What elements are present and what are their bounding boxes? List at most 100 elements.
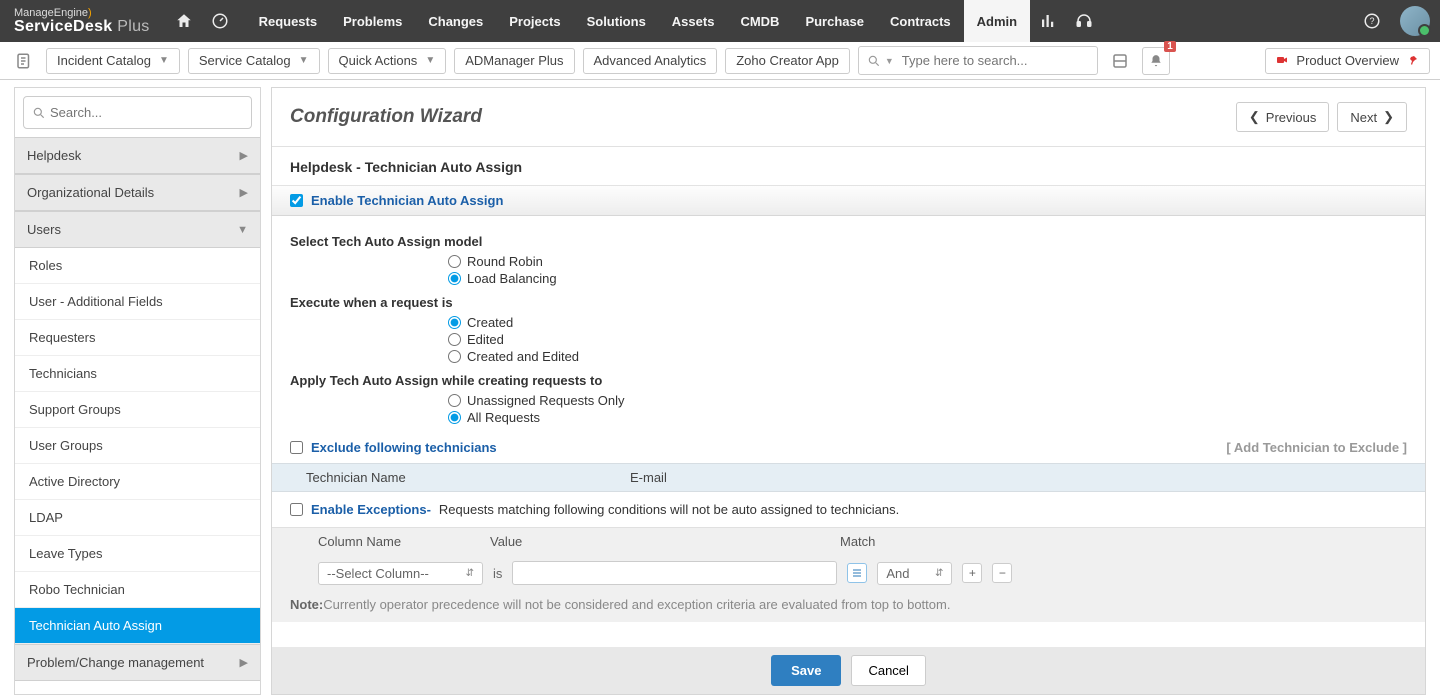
exclude-table-header: Technician Name E-mail (272, 463, 1425, 492)
exclude-checkbox[interactable] (290, 441, 303, 454)
sidebar-item-robo-technician[interactable]: Robo Technician (15, 572, 260, 608)
apply-label: Apply Tech Auto Assign while creating re… (290, 373, 1407, 388)
incident-catalog-dropdown[interactable]: Incident Catalog▼ (46, 48, 180, 74)
exclude-label: Exclude following technicians (311, 440, 497, 455)
value-picker-icon[interactable] (847, 563, 867, 583)
search-icon (867, 54, 881, 68)
sidebar: Helpdesk▶ Organizational Details▶ Users▼… (14, 87, 261, 695)
apply-unassigned-radio[interactable] (448, 394, 461, 407)
chevron-right-icon: ▶ (240, 656, 248, 669)
col-technician-name: Technician Name (290, 470, 630, 485)
footer-buttons: Save Cancel (272, 647, 1425, 694)
scan-icon[interactable] (1106, 47, 1134, 75)
service-catalog-label: Service Catalog (199, 53, 291, 68)
nav-solutions[interactable]: Solutions (574, 0, 659, 42)
add-exclude-button[interactable]: [ Add Technician to Exclude ] (1226, 440, 1407, 455)
model-round-robin-radio[interactable] (448, 255, 461, 268)
nav-purchase[interactable]: Purchase (792, 0, 877, 42)
enable-auto-assign-label: Enable Technician Auto Assign (311, 193, 503, 208)
zoho-creator-button[interactable]: Zoho Creator App (725, 48, 850, 74)
pin-icon (1407, 54, 1419, 66)
sidebar-item-roles[interactable]: Roles (15, 248, 260, 284)
avatar[interactable] (1400, 6, 1430, 36)
enable-auto-assign-checkbox[interactable] (290, 194, 303, 207)
reports-icon[interactable] (1034, 7, 1062, 35)
section-title: Helpdesk - Technician Auto Assign (272, 147, 1425, 185)
cancel-button[interactable]: Cancel (851, 655, 925, 686)
add-rule-icon[interactable]: + (962, 563, 982, 583)
nav-contracts[interactable]: Contracts (877, 0, 964, 42)
exec-created-edited-radio[interactable] (448, 350, 461, 363)
save-button[interactable]: Save (771, 655, 841, 686)
gauge-icon[interactable] (206, 7, 234, 35)
video-icon (1276, 54, 1288, 66)
main-panel: Configuration Wizard ❮Previous Next❯ Hel… (271, 87, 1426, 695)
sidebar-cat-pcm[interactable]: Problem/Change management▶ (15, 644, 260, 681)
sidebar-item-support-groups[interactable]: Support Groups (15, 392, 260, 428)
match-select[interactable]: And⇵ (877, 562, 952, 585)
next-button[interactable]: Next❯ (1337, 102, 1407, 132)
form-icon[interactable] (10, 47, 38, 75)
model-label: Select Tech Auto Assign model (290, 234, 1407, 249)
chevron-right-icon: ❯ (1383, 109, 1394, 125)
nav-projects[interactable]: Projects (496, 0, 573, 42)
service-catalog-dropdown[interactable]: Service Catalog▼ (188, 48, 320, 74)
rule-row: --Select Column--⇵ is And⇵ + − (272, 555, 1425, 591)
chevron-right-icon: ▶ (240, 149, 248, 162)
model-load-balancing-radio[interactable] (448, 272, 461, 285)
sidebar-item-requesters[interactable]: Requesters (15, 320, 260, 356)
nav-admin[interactable]: Admin (964, 0, 1030, 42)
exec-created-radio[interactable] (448, 316, 461, 329)
sidebar-item-active-directory[interactable]: Active Directory (15, 464, 260, 500)
chevron-down-icon: ▼ (237, 224, 248, 236)
product-overview-button[interactable]: Product Overview (1265, 48, 1430, 74)
sidebar-item-ldap[interactable]: LDAP (15, 500, 260, 536)
topbar: ManageEngine) ServiceDesk Plus Requests … (0, 0, 1440, 42)
incident-catalog-label: Incident Catalog (57, 53, 151, 68)
sidebar-cat-org[interactable]: Organizational Details▶ (15, 174, 260, 211)
exceptions-checkbox[interactable] (290, 503, 303, 516)
sidebar-cat-users[interactable]: Users▼ (15, 211, 260, 248)
brand-suffix: Plus (117, 18, 149, 35)
apply-all-radio[interactable] (448, 411, 461, 424)
notif-badge: 1 (1164, 41, 1176, 52)
home-icon[interactable] (170, 7, 198, 35)
exec-label: Execute when a request is (290, 295, 1407, 310)
sidebar-search-input[interactable] (46, 101, 243, 124)
chevron-left-icon: ❮ (1249, 109, 1260, 125)
nav-requests[interactable]: Requests (246, 0, 331, 42)
sidebar-item-technicians[interactable]: Technicians (15, 356, 260, 392)
sidebar-cat-helpdesk[interactable]: Helpdesk▶ (15, 137, 260, 174)
note-row: Note:Currently operator precedence will … (272, 591, 1425, 622)
sidebar-item-tech-auto-assign[interactable]: Technician Auto Assign (15, 608, 260, 644)
value-input[interactable] (512, 561, 837, 585)
top-nav: Requests Problems Changes Projects Solut… (246, 0, 1031, 42)
column-select[interactable]: --Select Column--⇵ (318, 562, 483, 585)
sidebar-item-leave-types[interactable]: Leave Types (15, 536, 260, 572)
nav-problems[interactable]: Problems (330, 0, 415, 42)
quick-actions-label: Quick Actions (339, 53, 418, 68)
nav-cmdb[interactable]: CMDB (727, 0, 792, 42)
global-search[interactable]: ▼ (858, 46, 1098, 75)
col-email: E-mail (630, 470, 1407, 485)
search-input[interactable] (898, 49, 1089, 72)
logo: ManageEngine) ServiceDesk Plus (10, 8, 150, 35)
quick-actions-dropdown[interactable]: Quick Actions▼ (328, 48, 447, 74)
nav-changes[interactable]: Changes (415, 0, 496, 42)
remove-rule-icon[interactable]: − (992, 563, 1012, 583)
exec-edited-radio[interactable] (448, 333, 461, 346)
sidebar-item-user-additional[interactable]: User - Additional Fields (15, 284, 260, 320)
subbar: Incident Catalog▼ Service Catalog▼ Quick… (0, 42, 1440, 80)
page-title: Configuration Wizard (290, 106, 482, 128)
nav-assets[interactable]: Assets (659, 0, 728, 42)
sidebar-item-user-groups[interactable]: User Groups (15, 428, 260, 464)
help-icon[interactable]: ? (1358, 7, 1386, 35)
svg-text:?: ? (1369, 16, 1374, 26)
previous-button[interactable]: ❮Previous (1236, 102, 1329, 132)
brand-bottom: ServiceDesk (14, 18, 113, 35)
headset-icon[interactable] (1070, 7, 1098, 35)
admanager-button[interactable]: ADManager Plus (454, 48, 574, 74)
advanced-analytics-button[interactable]: Advanced Analytics (583, 48, 718, 74)
exceptions-label: Enable Exceptions- (311, 502, 431, 517)
sidebar-search[interactable] (23, 96, 252, 129)
